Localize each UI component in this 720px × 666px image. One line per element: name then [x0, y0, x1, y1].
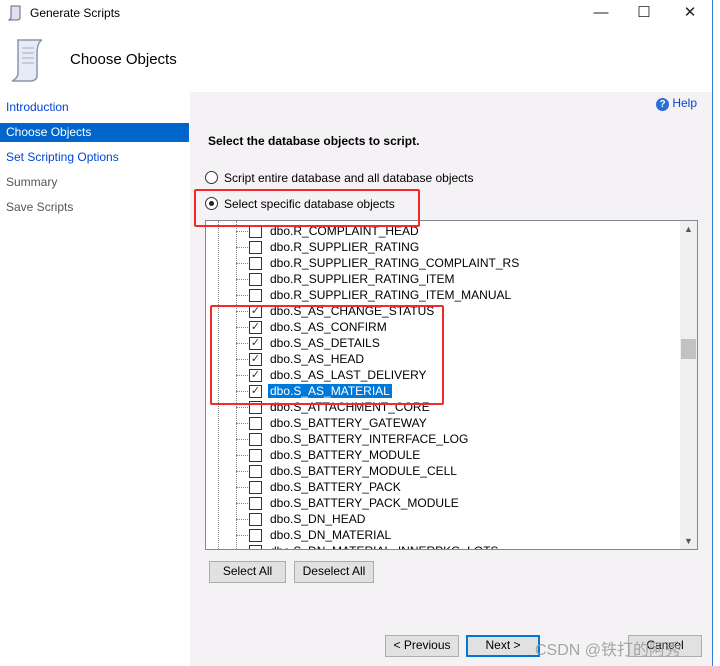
- tree-item[interactable]: dbo.S_DN_HEAD: [206, 511, 680, 527]
- next-button[interactable]: Next >: [466, 635, 540, 657]
- tree-item[interactable]: dbo.R_SUPPLIER_RATING_ITEM_MANUAL: [206, 287, 680, 303]
- tree-item[interactable]: dbo.S_DN_MATERIAL_INNERPKG_LOTS: [206, 543, 680, 549]
- help-label: Help: [672, 96, 698, 110]
- object-name: dbo.S_BATTERY_MODULE_CELL: [270, 464, 457, 478]
- help-icon: ?: [656, 98, 669, 111]
- wizard-sidebar: Introduction Choose Objects Set Scriptin…: [0, 92, 190, 666]
- object-checkbox[interactable]: [249, 465, 262, 478]
- object-name: dbo.R_SUPPLIER_RATING_COMPLAINT_RS: [270, 256, 520, 270]
- object-name: dbo.R_SUPPLIER_RATING: [270, 240, 420, 254]
- sidebar-item-introduction[interactable]: Introduction: [0, 98, 189, 117]
- script-scroll-icon: [7, 5, 21, 21]
- tree-item[interactable]: dbo.S_BATTERY_INTERFACE_LOG: [206, 431, 680, 447]
- sidebar-item-summary: Summary: [6, 175, 58, 189]
- object-checkbox[interactable]: [249, 417, 262, 430]
- radio-script-entire-database[interactable]: [205, 171, 218, 184]
- object-checkbox[interactable]: [249, 241, 262, 254]
- object-name: dbo.S_DN_HEAD: [270, 512, 366, 526]
- sidebar-item-set-scripting-options[interactable]: Set Scripting Options: [0, 148, 189, 167]
- object-checkbox[interactable]: [249, 513, 262, 526]
- object-name: dbo.S_BATTERY_MODULE: [270, 448, 421, 462]
- sidebar-item-choose-objects[interactable]: Choose Objects: [0, 123, 189, 142]
- object-checkbox[interactable]: [249, 257, 262, 270]
- tree-connector: [236, 535, 248, 536]
- object-checkbox[interactable]: [249, 481, 262, 494]
- close-button[interactable]: ✕: [667, 2, 713, 24]
- tree-item[interactable]: dbo.S_BATTERY_MODULE: [206, 447, 680, 463]
- tree-connector: [236, 487, 248, 488]
- object-checkbox[interactable]: [249, 545, 262, 549]
- window-title: Generate Scripts: [30, 6, 121, 20]
- help-link[interactable]: ? Help: [656, 96, 697, 111]
- tree-connector: [236, 439, 248, 440]
- tree-connector: [236, 519, 248, 520]
- watermark: CSDN @铁打的阿秀: [535, 642, 682, 659]
- maximize-button[interactable]: ☐: [621, 2, 667, 24]
- object-name: dbo.S_DN_MATERIAL_INNERPKG_LOTS: [268, 544, 501, 549]
- tree-item[interactable]: dbo.R_SUPPLIER_RATING: [206, 239, 680, 255]
- tree-connector: [236, 407, 248, 408]
- tree-item[interactable]: dbo.S_DN_MATERIAL: [206, 527, 680, 543]
- scrollbar-thumb[interactable]: [681, 339, 696, 359]
- annotation-box: [210, 305, 444, 405]
- tree-item[interactable]: dbo.S_BATTERY_PACK_MODULE: [206, 495, 680, 511]
- object-name: dbo.S_BATTERY_INTERFACE_LOG: [270, 432, 469, 446]
- sidebar-item-save-scripts: Save Scripts: [6, 200, 74, 214]
- tree-connector: [236, 471, 248, 472]
- tree-item[interactable]: dbo.S_BATTERY_MODULE_CELL: [206, 463, 680, 479]
- object-checkbox[interactable]: [249, 497, 262, 510]
- minimize-button[interactable]: —: [578, 2, 624, 24]
- annotation-box: [194, 189, 420, 227]
- tree-connector: [236, 503, 248, 504]
- tree-connector: [236, 455, 248, 456]
- tree-item[interactable]: dbo.R_SUPPLIER_RATING_ITEM: [206, 271, 680, 287]
- scroll-down-arrow-icon[interactable]: ▼: [680, 536, 697, 546]
- window-border: [712, 0, 720, 666]
- object-name: dbo.S_BATTERY_GATEWAY: [270, 416, 427, 430]
- object-checkbox[interactable]: [249, 433, 262, 446]
- title-bar: Generate Scripts — ☐ ✕: [0, 0, 712, 28]
- object-checkbox[interactable]: [249, 529, 262, 542]
- script-scroll-icon: [11, 39, 43, 82]
- tree-item[interactable]: dbo.S_BATTERY_PACK: [206, 479, 680, 495]
- scroll-up-arrow-icon[interactable]: ▲: [680, 224, 697, 234]
- object-name: dbo.R_SUPPLIER_RATING_ITEM: [270, 272, 455, 286]
- tree-connector: [236, 423, 248, 424]
- object-checkbox[interactable]: [249, 273, 262, 286]
- previous-button[interactable]: < Previous: [385, 635, 459, 657]
- object-checkbox[interactable]: [249, 289, 262, 302]
- tree-connector: [236, 295, 248, 296]
- object-name: dbo.R_SUPPLIER_RATING_ITEM_MANUAL: [270, 288, 512, 302]
- select-all-button[interactable]: Select All: [209, 561, 286, 583]
- tree-connector: [236, 263, 248, 264]
- object-name: dbo.S_BATTERY_PACK: [270, 480, 401, 494]
- tree-connector: [236, 247, 248, 248]
- vertical-scrollbar[interactable]: ▲ ▼: [680, 221, 697, 549]
- object-name: dbo.S_BATTERY_PACK_MODULE: [270, 496, 459, 510]
- page-title: Choose Objects: [70, 51, 177, 68]
- tree-connector: [236, 231, 248, 232]
- tree-item[interactable]: dbo.S_BATTERY_GATEWAY: [206, 415, 680, 431]
- object-name: dbo.S_DN_MATERIAL: [270, 528, 392, 542]
- object-checkbox[interactable]: [249, 449, 262, 462]
- tree-item[interactable]: dbo.R_SUPPLIER_RATING_COMPLAINT_RS: [206, 255, 680, 271]
- tree-connector: [236, 279, 248, 280]
- instruction-text: Select the database objects to script.: [208, 134, 420, 148]
- deselect-all-button[interactable]: Deselect All: [294, 561, 374, 583]
- radio-label-entire-database: Script entire database and all database …: [224, 171, 474, 185]
